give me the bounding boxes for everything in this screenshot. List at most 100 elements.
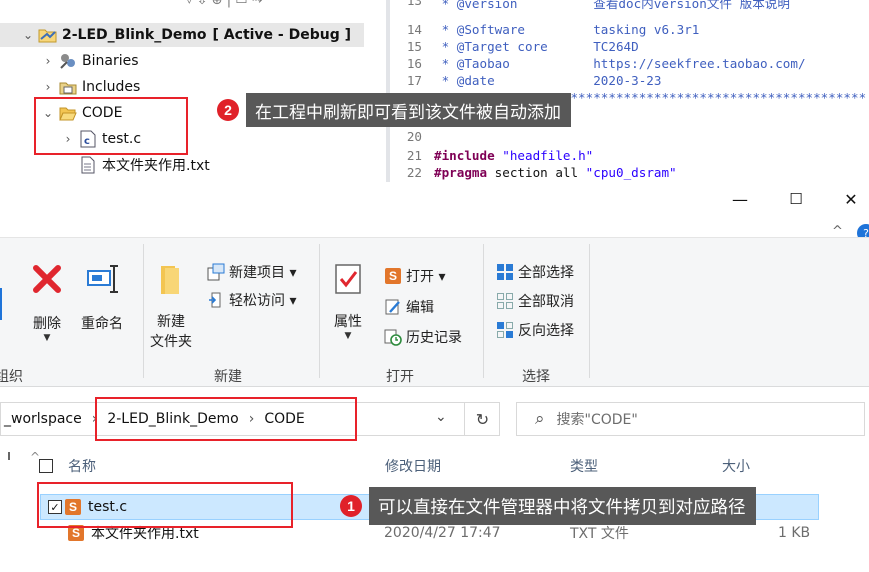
maximize-button[interactable]: ☐ (773, 182, 819, 216)
properties-icon (333, 262, 363, 302)
code-line: 22 #pragma section all "cpu0_dsram" (390, 165, 677, 182)
select-none-button[interactable]: 全部取消 (496, 289, 574, 313)
close-button[interactable]: ✕ (828, 182, 869, 216)
ribbon: 删除 ▼ 重命名 新建 文件夹 新建项目 ▾ 轻松访问 ▾ 属性 ▼ S 打开 … (0, 237, 869, 387)
history-icon (384, 328, 402, 346)
edit-button[interactable]: 编辑 (384, 295, 434, 319)
history-button[interactable]: 历史记录 (384, 325, 462, 349)
step-badge: 1 (340, 495, 362, 517)
code-editor[interactable]: 13 * @version 查看doc内version文件 版本说明 14 * … (390, 0, 869, 182)
select-none-label: 全部取消 (518, 294, 574, 310)
minimize-button[interactable]: — (717, 182, 763, 216)
code-string: "headfile.h" (502, 148, 594, 163)
line-number: 17 (406, 73, 422, 88)
highlight-box-code-folder (34, 97, 188, 155)
tree-label-readme: 本文件夹作用.txt (102, 158, 210, 174)
select-all-checkbox[interactable] (39, 454, 53, 478)
line-number: 14 (406, 22, 422, 37)
code-text: * @date 2020-3-23 (434, 73, 662, 88)
properties-button[interactable]: 属性 ▼ (333, 262, 363, 341)
file-modified: 2020/4/27 17:47 (384, 525, 501, 541)
includes-icon (58, 78, 78, 96)
new-item-button[interactable]: 新建项目 ▾ (207, 260, 296, 284)
edit-icon (384, 298, 402, 316)
code-line: 20 (390, 129, 434, 146)
highlight-box-address (95, 397, 357, 441)
chevron-right-icon[interactable]: › (42, 80, 54, 94)
code-string: "cpu0_dsram" (585, 165, 677, 180)
file-explorer-window: — ☐ ✕ ^ ? 删除 ▼ 重命名 新建 文件夹 新建项目 ▾ 轻松访问 ▾ (0, 182, 869, 572)
new-folder-button[interactable]: 新建 文件夹 (150, 262, 192, 352)
line-number: 22 (406, 165, 422, 180)
ribbon-separator (483, 244, 484, 378)
ide-window: ▿ ⇩ ⊕ | ▭ ⇢ ⌄ 2-LED_Blink_Demo [ Active … (0, 0, 869, 182)
invert-selection-label: 反向选择 (518, 323, 574, 339)
select-all-icon (496, 263, 514, 281)
ribbon-separator (143, 244, 144, 378)
tree-toolbar[interactable]: ▿ ⇩ ⊕ | ▭ ⇢ (186, 0, 263, 12)
refresh-button[interactable]: ↻ (464, 403, 500, 435)
group-label-organize: 组织 (0, 369, 23, 385)
code-text: section all (487, 165, 586, 180)
open-button[interactable]: S 打开 ▾ (384, 264, 445, 288)
project-folder-icon (38, 26, 58, 44)
preprocessor-directive: #pragma (434, 165, 488, 180)
line-number: 13 (406, 0, 422, 8)
checkbox[interactable] (39, 459, 53, 473)
easy-access-button[interactable]: 轻松访问 ▾ (207, 288, 296, 312)
tree-label-binaries: Binaries (82, 53, 139, 69)
code-text: * @Software tasking v6.3r1 (434, 22, 700, 37)
tree-item-includes[interactable]: › Includes (0, 75, 141, 99)
tree-item-binaries[interactable]: › Binaries (0, 49, 139, 73)
highlight-box-test-c (37, 482, 293, 528)
column-header-size[interactable]: 大小 (722, 454, 750, 478)
line-number: 20 (406, 129, 422, 144)
tree-item-project[interactable]: ⌄ 2-LED_Blink_Demo [ Active - Debug ] (0, 23, 364, 47)
tree-toolbar-icons[interactable]: ▿ ⇩ ⊕ | ▭ ⇢ (186, 0, 263, 8)
easy-access-icon (207, 291, 225, 309)
project-status: [ Active - Debug ] (212, 27, 352, 43)
tooltip-text: 可以直接在文件管理器中将文件拷贝到对应路径 (369, 487, 756, 525)
chevron-down-icon: ▼ (344, 331, 352, 341)
delete-icon (30, 262, 64, 302)
code-line: 17 * @date 2020-3-23 (390, 73, 662, 90)
chevron-down-icon[interactable]: ⌄ (22, 28, 34, 42)
pane-edge-marker (8, 452, 10, 460)
ribbon-separator (319, 244, 320, 378)
column-header-name[interactable]: 名称 (68, 454, 96, 478)
callout-1: 1 可以直接在文件管理器中将文件拷贝到对应路径 (340, 487, 756, 525)
edit-label: 编辑 (406, 300, 434, 316)
text-file-icon (78, 156, 98, 174)
binaries-icon (58, 52, 78, 70)
line-number: 16 (406, 56, 422, 71)
callout-2: 2 在工程中刷新即可看到该文件被自动添加 (217, 93, 571, 127)
search-placeholder: 搜索"CODE" (556, 412, 638, 428)
invert-selection-button[interactable]: 反向选择 (496, 318, 574, 342)
column-header-type[interactable]: 类型 (570, 454, 598, 478)
file-type: TXT 文件 (570, 526, 629, 542)
address-dropdown-icon[interactable]: ⌄ (435, 409, 447, 425)
code-line: 16 * @Taobao https://seekfree.taobao.com… (390, 56, 806, 73)
breadcrumb-workspace[interactable]: _worlspace (4, 411, 82, 427)
new-item-icon (207, 263, 225, 281)
line-number: 21 (406, 148, 422, 163)
sublime-icon: S (384, 267, 402, 285)
tree-item-readme[interactable]: 本文件夹作用.txt (0, 153, 210, 177)
code-line: 15 * @Target core TC264D (390, 39, 639, 56)
chevron-right-icon[interactable]: › (42, 54, 54, 68)
search-input[interactable]: ⌕ 搜索"CODE" (516, 402, 865, 436)
select-all-button[interactable]: 全部选择 (496, 260, 574, 284)
tooltip-text: 在工程中刷新即可看到该文件被自动添加 (246, 93, 571, 127)
new-folder-label: 新建 文件夹 (150, 314, 192, 350)
delete-label: 删除 (33, 316, 61, 332)
line-number: 15 (406, 39, 422, 54)
address-bar-row: _worlspace › 2-LED_Blink_Demo › CODE ⌄ ↻… (0, 397, 869, 441)
column-header-modified[interactable]: 修改日期 (385, 454, 441, 478)
new-folder-icon (156, 262, 186, 302)
rename-button[interactable]: 重命名 (80, 262, 124, 334)
delete-button[interactable]: 删除 ▼ (30, 262, 64, 343)
tree-label-includes: Includes (82, 79, 141, 95)
preprocessor-directive: #include (434, 148, 495, 163)
chevron-down-icon: ▼ (43, 333, 51, 343)
easy-access-label: 轻松访问 ▾ (229, 293, 297, 309)
